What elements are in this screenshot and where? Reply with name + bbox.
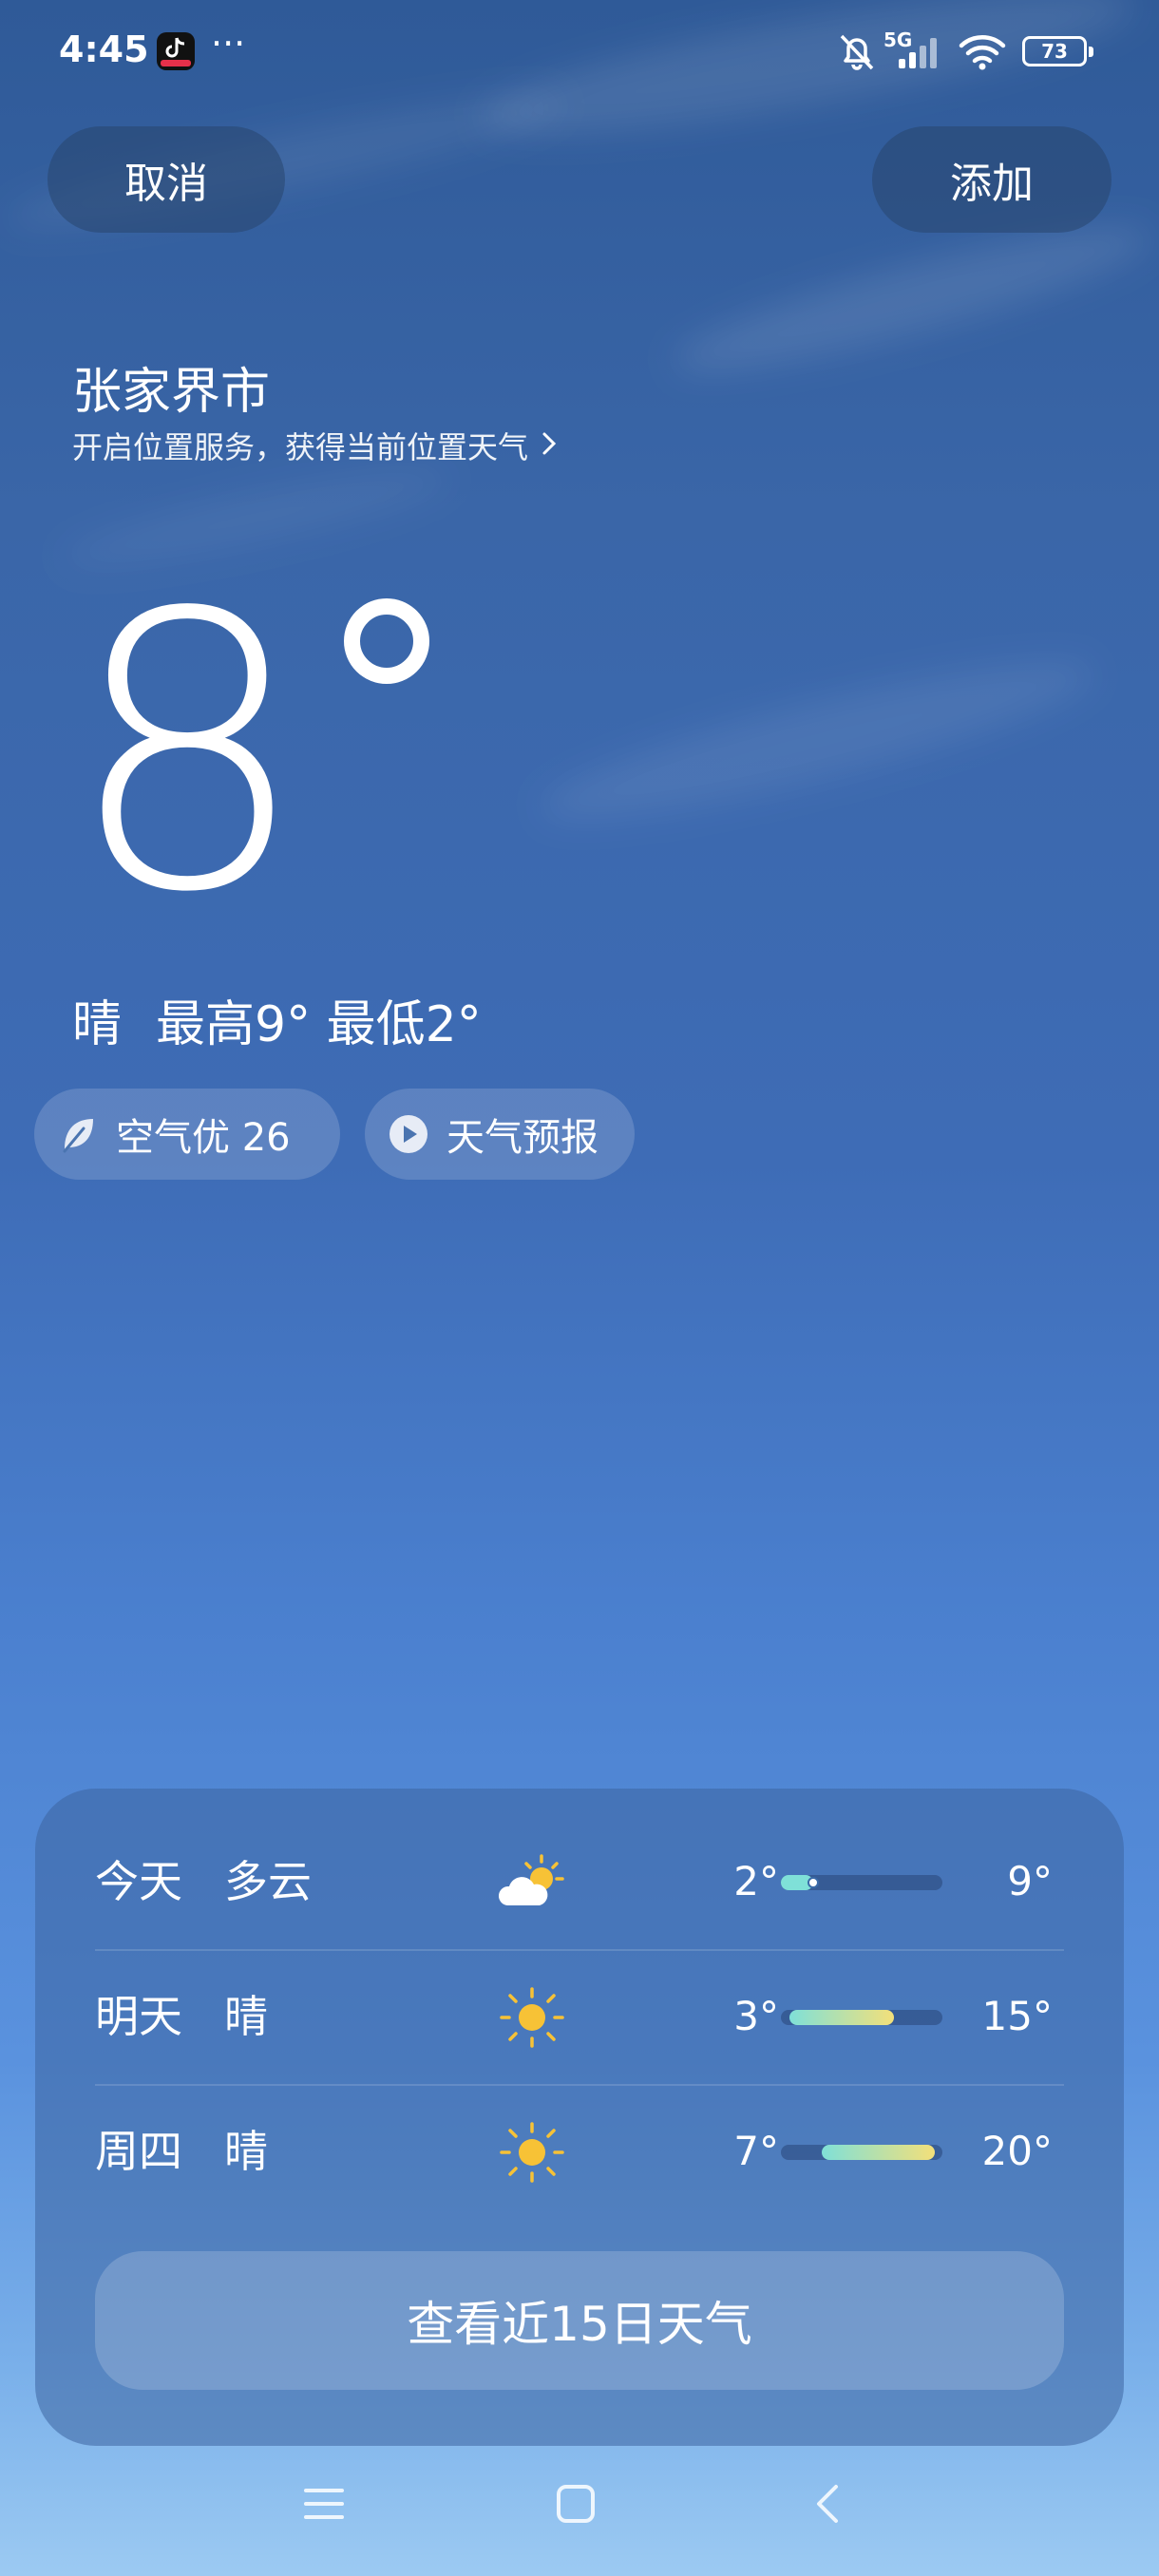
range-fill xyxy=(788,2010,894,2025)
partly-cloudy-icon xyxy=(494,1852,570,1917)
day-condition: 多云 xyxy=(224,1856,312,1907)
range-fill xyxy=(821,2145,935,2160)
weather-forecast-text: 天气预报 xyxy=(446,1116,598,1160)
play-icon xyxy=(388,1113,429,1155)
low-temperature: 3° xyxy=(733,1993,779,2039)
menu-icon[interactable] xyxy=(302,2485,346,2527)
more-notifications-icon: ··· xyxy=(211,23,246,65)
weather-forecast-chip[interactable]: 天气预报 xyxy=(365,1089,635,1180)
temperature-range-bar xyxy=(781,1875,942,1890)
location-service-link[interactable]: 开启位置服务，获得当前位置天气 xyxy=(72,424,557,467)
current-temp-marker xyxy=(808,1877,819,1888)
high-temperature: 9° xyxy=(1007,1858,1053,1904)
degree-symbol xyxy=(344,598,429,684)
bell-off-icon xyxy=(836,30,878,76)
current-temperature: 8 xyxy=(66,534,308,975)
status-bar: 4:45 ··· 5G 73 xyxy=(0,0,1159,104)
location-service-text: 开启位置服务，获得当前位置天气 xyxy=(72,429,529,465)
temperature-range-bar xyxy=(781,2010,942,2025)
back-icon[interactable] xyxy=(813,2483,842,2529)
view-15-day-forecast-button[interactable]: 查看近15日天气 xyxy=(95,2251,1064,2390)
sun-icon xyxy=(494,2122,570,2187)
forecast-row-thursday[interactable]: 周四 晴 7° 20° xyxy=(95,2084,1064,2219)
cancel-button[interactable]: 取消 xyxy=(48,126,285,233)
day-condition: 晴 xyxy=(224,2126,268,2177)
chevron-right-icon xyxy=(542,427,557,464)
day-name: 今天 xyxy=(95,1856,182,1907)
high-temperature: 20° xyxy=(981,2128,1053,2174)
high-temperature: 15° xyxy=(981,1993,1053,2039)
air-quality-chip[interactable]: 空气优 26 xyxy=(34,1089,340,1180)
status-time: 4:45 xyxy=(59,28,149,70)
cloud-streak xyxy=(664,202,1159,396)
current-conditions: 晴 最高9° 最低2° xyxy=(72,984,482,1055)
signal-icon xyxy=(897,36,946,72)
city-name: 张家界市 xyxy=(72,364,271,421)
add-button[interactable]: 添加 xyxy=(872,126,1112,233)
day-name: 明天 xyxy=(95,1991,182,2042)
leaf-icon xyxy=(57,1113,99,1155)
day-condition: 晴 xyxy=(224,1991,268,2042)
cloud-streak xyxy=(531,635,1103,847)
low-temperature: 7° xyxy=(733,2128,779,2174)
current-condition: 晴 xyxy=(72,996,123,1053)
temperature-range-bar xyxy=(781,2145,942,2160)
sun-icon xyxy=(494,1987,570,2052)
high-low-temperature: 最高9° 最低2° xyxy=(156,996,482,1053)
home-icon[interactable] xyxy=(555,2483,597,2529)
day-name: 周四 xyxy=(95,2126,182,2177)
forecast-row-tomorrow[interactable]: 明天 晴 3° 15° xyxy=(95,1949,1064,2084)
air-quality-text: 空气优 26 xyxy=(116,1116,291,1160)
forecast-row-today[interactable]: 今天 多云 2° 9° xyxy=(95,1814,1064,1949)
tiktok-app-icon xyxy=(157,32,195,70)
low-temperature: 2° xyxy=(733,1858,779,1904)
wifi-icon xyxy=(958,32,1007,74)
battery-icon: 73 xyxy=(1022,36,1093,66)
